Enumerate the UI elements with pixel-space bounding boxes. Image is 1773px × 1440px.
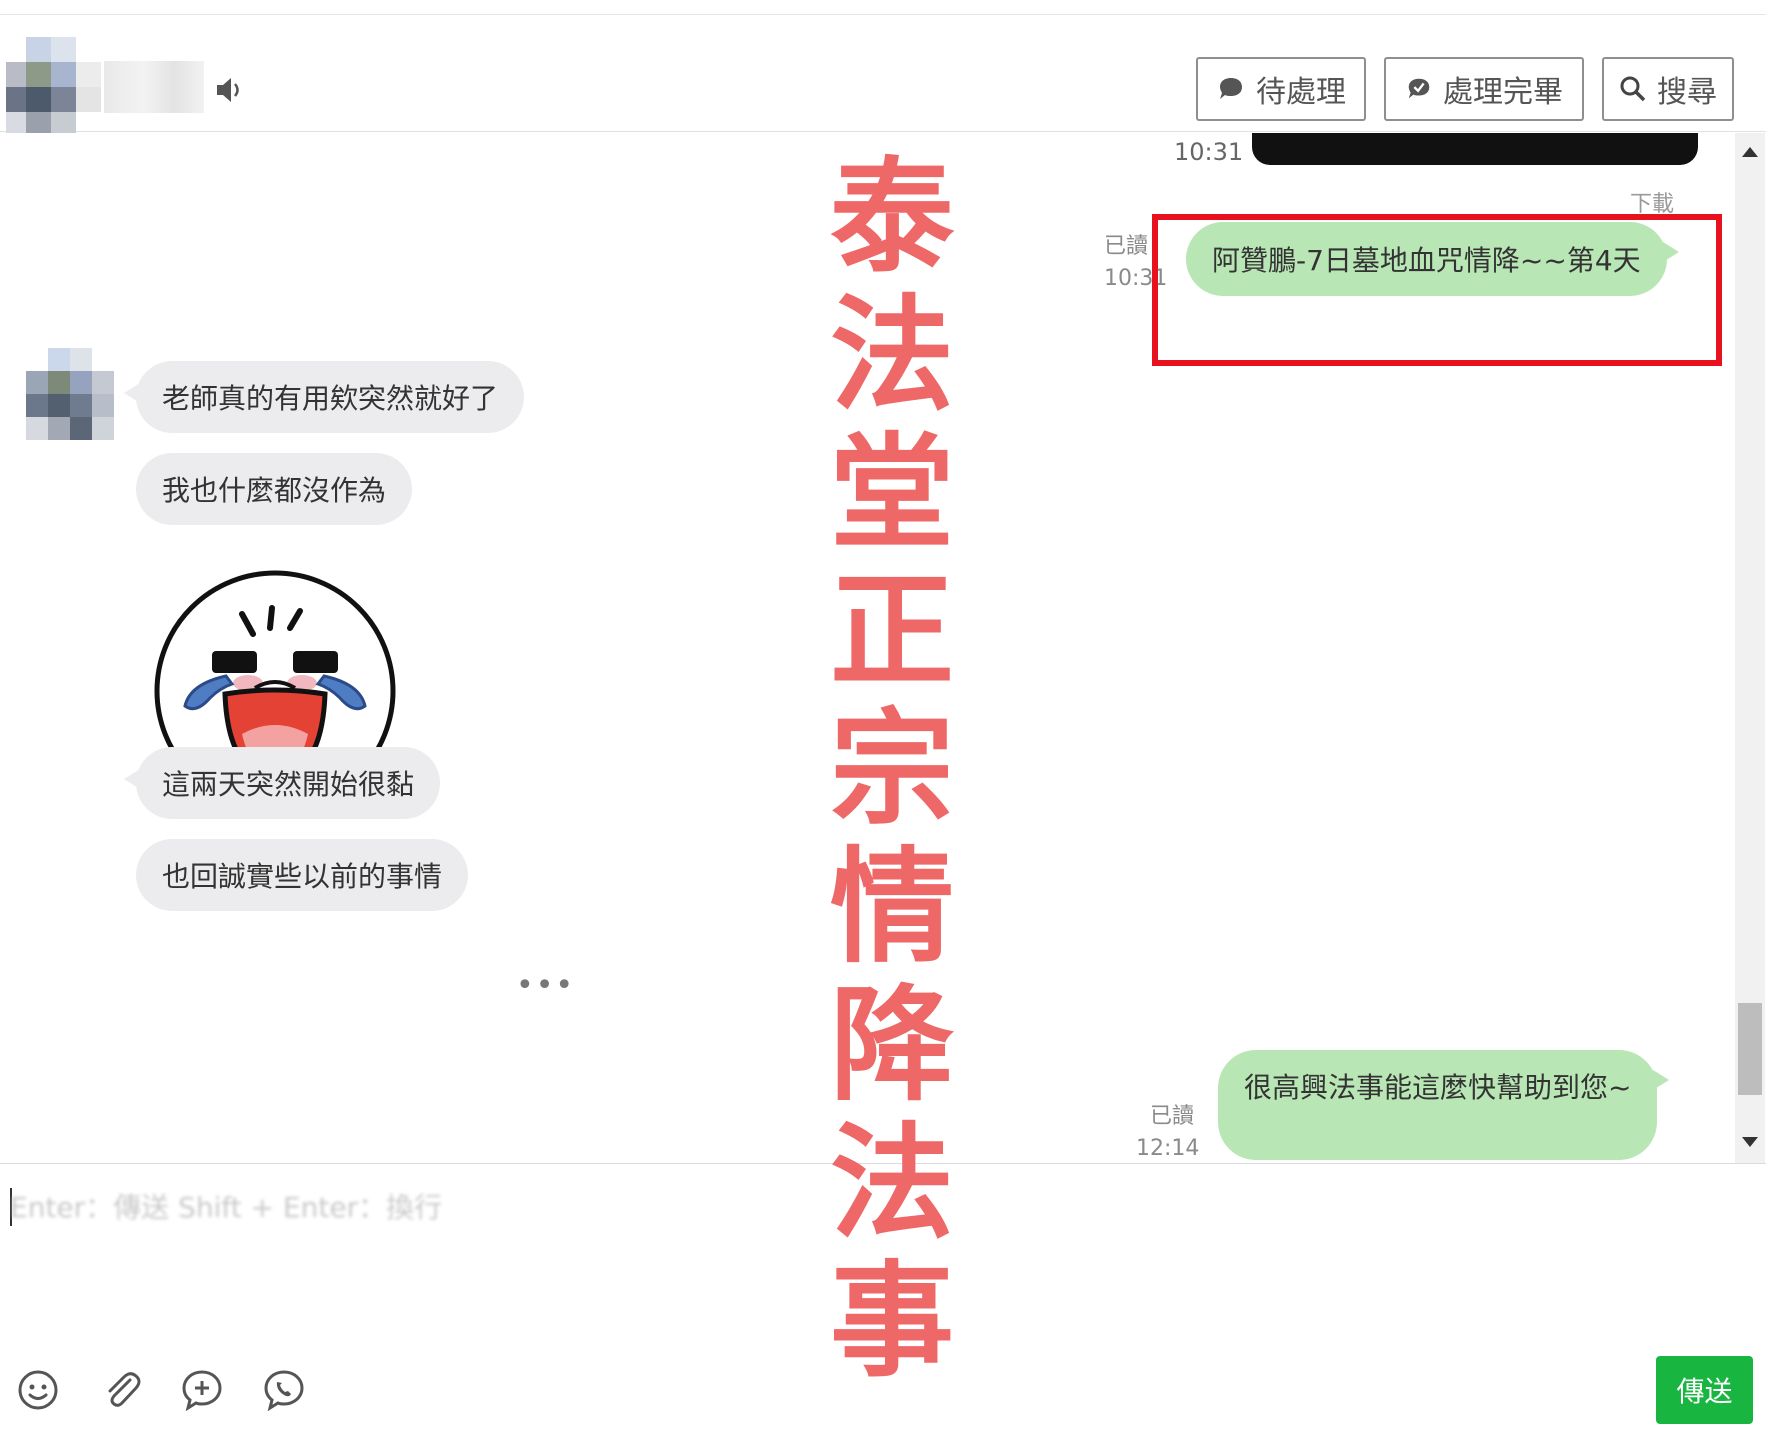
chat-partner-name	[104, 61, 204, 113]
speech-bubble-icon	[1220, 78, 1242, 99]
paperclip-icon[interactable]	[100, 1368, 144, 1412]
incoming-message-bubble[interactable]: 我也什麼都沒作為	[136, 453, 413, 525]
message-text: 老師真的有用欸突然就好了	[162, 382, 499, 415]
incoming-message-bubble[interactable]: 也回誠實些以前的事情	[136, 839, 469, 911]
emoji-icon[interactable]	[16, 1368, 60, 1412]
search-button[interactable]: 搜尋	[1602, 57, 1734, 121]
speaker-icon[interactable]	[214, 73, 248, 107]
typing-indicator: •••	[516, 968, 576, 1003]
scrollbar-thumb[interactable]	[1738, 1003, 1762, 1095]
message-text: 也回誠實些以前的事情	[162, 860, 443, 893]
bubble-tail	[124, 383, 140, 403]
chat-scrollbar[interactable]	[1735, 133, 1765, 1163]
search-icon	[1620, 76, 1646, 102]
scroll-up-icon[interactable]	[1742, 147, 1758, 157]
bubble-tail	[1653, 1070, 1670, 1090]
done-button[interactable]: 處理完畢	[1384, 57, 1584, 121]
phone-bubble-icon[interactable]	[262, 1368, 306, 1412]
bubble-tail	[124, 769, 140, 789]
message-time: 12:14	[1136, 1136, 1200, 1161]
message-text: 我也什麼都沒作為	[162, 474, 387, 507]
plus-bubble-icon[interactable]	[180, 1368, 224, 1412]
done-label: 處理完畢	[1443, 76, 1563, 109]
check-bubble-icon	[1408, 78, 1430, 99]
incoming-message-bubble[interactable]: 老師真的有用欸突然就好了	[124, 361, 525, 433]
chat-header: 待處理 處理完畢 搜尋	[0, 14, 1766, 137]
pending-label: 待處理	[1256, 76, 1346, 109]
scroll-down-icon[interactable]	[1742, 1137, 1758, 1147]
pending-button[interactable]: 待處理	[1196, 57, 1366, 121]
contact-avatar[interactable]	[26, 348, 116, 440]
message-text: 很高興法事能這麼快幫助到您~	[1244, 1071, 1632, 1104]
chat-partner-avatar[interactable]	[6, 37, 106, 137]
highlight-box	[1152, 214, 1722, 366]
chat-messages[interactable]: 10:31 下載 已讀 10:31 阿贊鵬-7日墓地血咒情降~~第4天 老師真的…	[0, 133, 1735, 1163]
message-text: 這兩天突然開始很黏	[162, 768, 415, 801]
search-label: 搜尋	[1657, 76, 1717, 109]
send-button[interactable]: 傳送	[1656, 1356, 1753, 1424]
outgoing-message-bubble[interactable]: 很高興法事能這麼快幫助到您~	[1218, 1050, 1670, 1160]
read-status: 已讀	[1104, 234, 1149, 259]
image-message[interactable]	[1252, 133, 1698, 165]
message-time: 10:31	[1174, 138, 1244, 166]
read-status: 已讀	[1150, 1104, 1195, 1129]
message-input-placeholder[interactable]: Enter：傳送 Shift + Enter：換行	[10, 1186, 530, 1228]
incoming-message-bubble[interactable]: 這兩天突然開始很黏	[124, 747, 441, 819]
